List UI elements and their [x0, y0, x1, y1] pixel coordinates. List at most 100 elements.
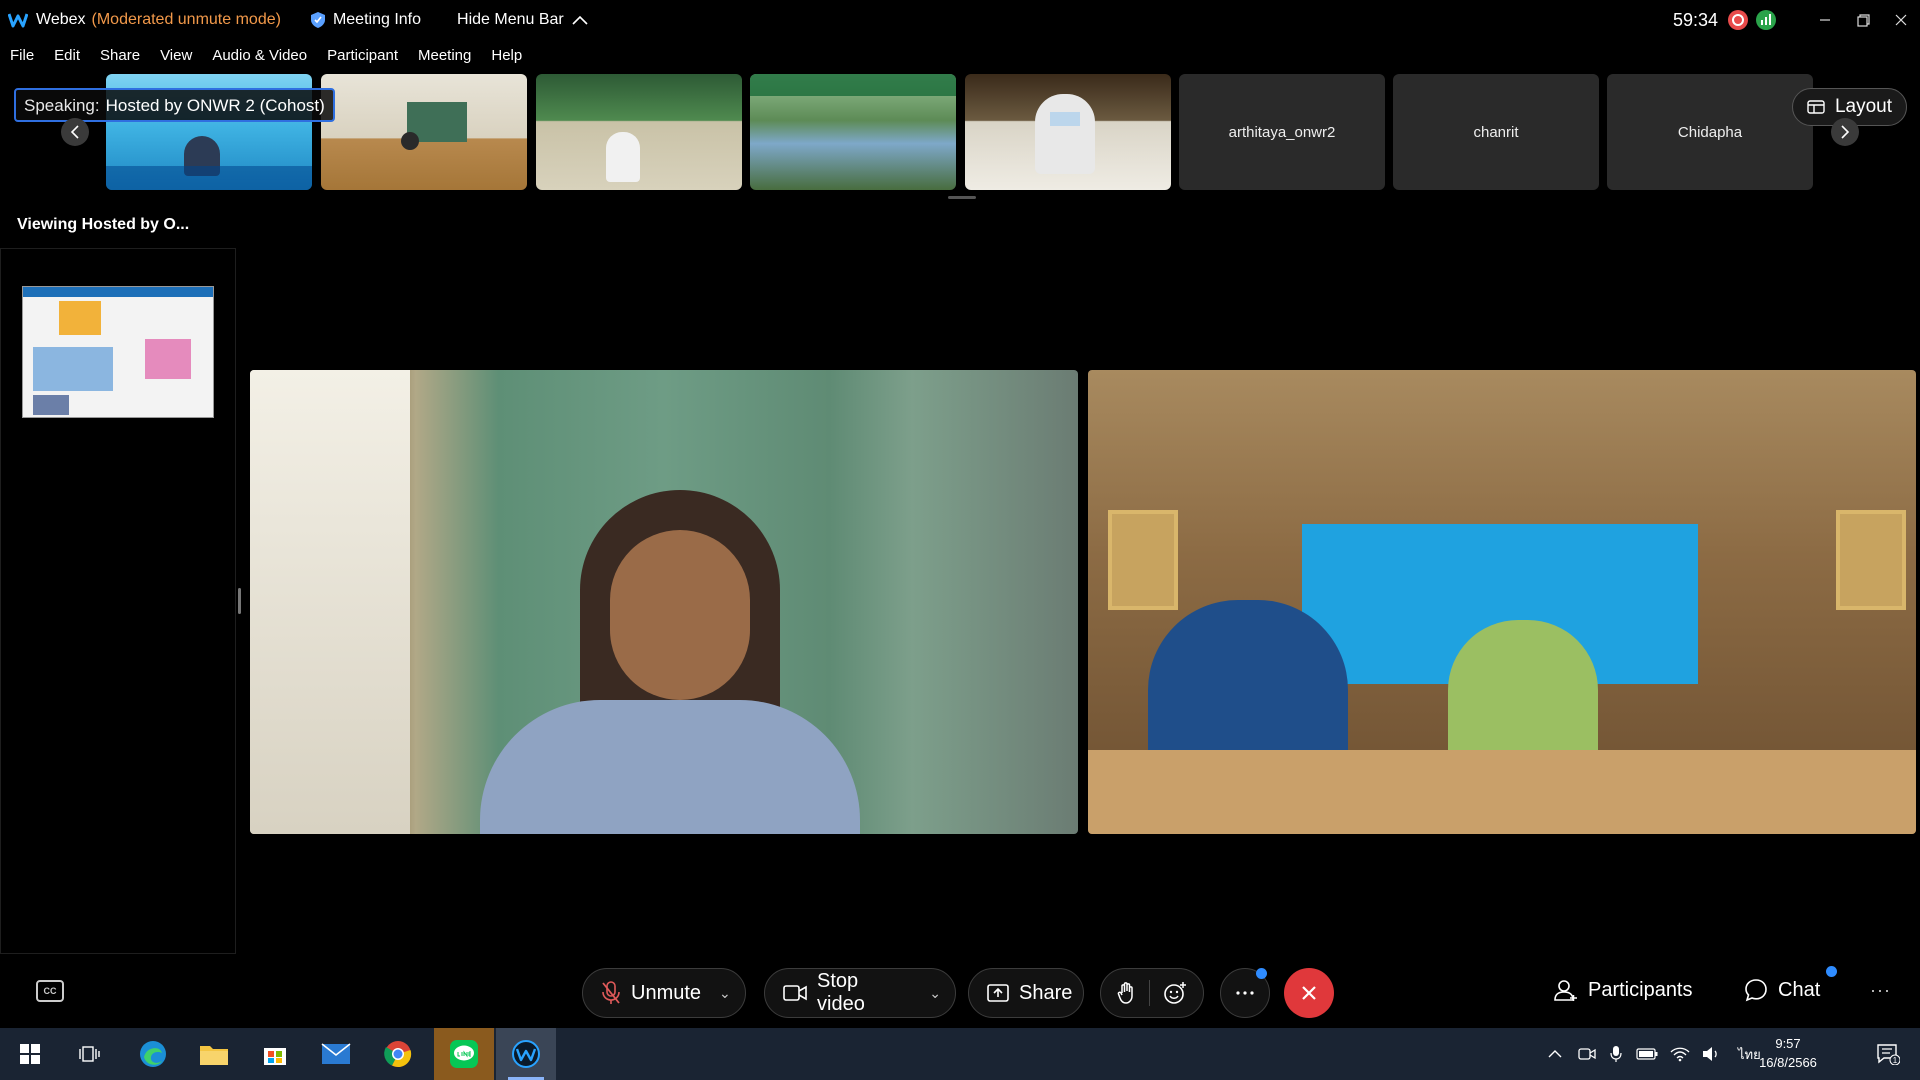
notification-center-icon: 1 [1877, 1044, 1900, 1065]
menu-view[interactable]: View [160, 47, 192, 64]
more-options-badge [1256, 968, 1267, 979]
chevron-up-icon[interactable] [1548, 1049, 1562, 1059]
menu-help[interactable]: Help [491, 47, 522, 64]
menu-share[interactable]: Share [100, 47, 140, 64]
slide-photo [59, 301, 101, 335]
system-tray: ไทย [1548, 1028, 1761, 1080]
participant-name-tile[interactable]: Chidapha [1607, 74, 1813, 190]
menu-bar: File Edit Share View Audio & Video Parti… [0, 40, 1920, 70]
ellipsis-icon [1236, 991, 1254, 995]
face-mask [1050, 112, 1080, 126]
menu-file[interactable]: File [10, 47, 34, 64]
person-silhouette [1035, 94, 1095, 174]
person-silhouette [401, 132, 419, 150]
more-panels-button[interactable]: ··· [1870, 980, 1891, 1001]
viewing-label: Viewing Hosted by O... [17, 216, 190, 233]
webex-icon [512, 1040, 540, 1068]
participant-video-thumbnail[interactable] [321, 74, 527, 190]
notifications-button[interactable]: 1 [1858, 1028, 1918, 1080]
notification-count: 1 [1893, 1056, 1898, 1065]
chrome-button[interactable] [368, 1028, 428, 1080]
mail-icon [321, 1043, 351, 1064]
person-face [610, 530, 750, 700]
reaction-emoji-icon[interactable] [1163, 981, 1187, 1005]
microphone-icon[interactable] [1610, 1045, 1622, 1063]
mail-button[interactable] [306, 1028, 366, 1080]
network-stats-icon[interactable] [1756, 10, 1776, 30]
recording-icon[interactable] [1728, 10, 1748, 30]
close-window-button[interactable] [1882, 0, 1920, 40]
stop-video-button[interactable]: Stop video ⌄ [764, 968, 956, 1018]
chat-bubble-icon [1745, 979, 1767, 1002]
chat-label: Chat [1778, 978, 1821, 1001]
meeting-info-button[interactable]: Meeting Info [310, 11, 422, 29]
webex-logo-icon [8, 13, 28, 28]
chevron-down-icon[interactable]: ⌄ [929, 985, 941, 1002]
leave-meeting-button[interactable] [1284, 968, 1334, 1018]
panel-splitter[interactable] [238, 588, 241, 614]
unmute-mode-label: (Moderated unmute mode) [91, 11, 281, 28]
participants-button[interactable]: Participants [1554, 978, 1693, 1002]
video-camera-icon [783, 985, 807, 1001]
strip-next-button[interactable] [1831, 118, 1859, 146]
hide-menu-bar-button[interactable]: Hide Menu Bar [457, 11, 588, 29]
participant-video-main-left[interactable] [250, 370, 1078, 834]
minimize-button[interactable] [1806, 0, 1844, 40]
conference-table [1088, 750, 1916, 834]
strip-prev-button[interactable] [61, 118, 89, 146]
chat-button[interactable]: Chat [1744, 978, 1820, 1002]
shared-slide-thumbnail[interactable] [22, 286, 214, 418]
menu-audio-video[interactable]: Audio & Video [212, 47, 307, 64]
slide-photo [33, 395, 69, 415]
store-button[interactable] [245, 1028, 305, 1080]
volume-icon[interactable] [1702, 1046, 1720, 1062]
edge-icon [140, 1041, 166, 1067]
restore-icon [1856, 13, 1870, 27]
wifi-icon[interactable] [1670, 1046, 1690, 1062]
menu-participant[interactable]: Participant [327, 47, 398, 64]
speaking-indicator: Speaking: Hosted by ONWR 2 (Cohost) [14, 88, 335, 122]
close-icon [1302, 986, 1316, 1000]
store-icon [264, 1048, 286, 1065]
participant-video-thumbnail[interactable] [965, 74, 1171, 190]
participant-video-thumbnail[interactable] [750, 74, 956, 190]
strip-resize-handle[interactable] [948, 196, 976, 199]
chevron-down-icon[interactable]: ⌄ [719, 985, 731, 1002]
folder-icon [200, 1046, 228, 1065]
webex-taskbar-button[interactable] [496, 1028, 556, 1080]
task-view-button[interactable] [60, 1028, 120, 1080]
meeting-timer: 59:34 [1672, 9, 1718, 30]
shield-icon [310, 12, 325, 28]
battery-icon[interactable] [1636, 1048, 1658, 1060]
menu-meeting[interactable]: Meeting [418, 47, 471, 64]
speaking-name: Hosted by ONWR 2 (Cohost) [105, 96, 325, 115]
slide-header [23, 287, 213, 297]
start-button[interactable] [0, 1028, 60, 1080]
unmute-button[interactable]: Unmute ⌄ [582, 968, 746, 1018]
reactions-group [1100, 968, 1204, 1018]
share-button[interactable]: Share [968, 968, 1084, 1018]
chevron-right-icon [1841, 125, 1850, 139]
edge-browser-button[interactable] [123, 1028, 183, 1080]
participant-video-thumbnail[interactable] [536, 74, 742, 190]
slide-photo [33, 347, 113, 391]
raise-hand-icon[interactable] [1117, 981, 1137, 1005]
person-shirt [480, 700, 860, 834]
layout-icon [1807, 100, 1825, 114]
person-silhouette [606, 132, 640, 182]
restore-button[interactable] [1844, 0, 1882, 40]
taskbar-clock[interactable]: 9:57 16/8/2566 [1748, 1034, 1828, 1072]
meet-now-icon[interactable] [1578, 1046, 1596, 1062]
participant-name-tile[interactable]: chanrit [1393, 74, 1599, 190]
chevron-left-icon [70, 125, 79, 139]
meeting-info-label: Meeting Info [332, 11, 422, 28]
closed-captions-button[interactable]: CC [36, 980, 64, 1002]
participants-icon [1554, 980, 1577, 1001]
participant-name-tile[interactable]: arthitaya_onwr2 [1179, 74, 1385, 190]
layout-label: Layout [1834, 96, 1892, 117]
participant-video-main-right[interactable] [1088, 370, 1916, 834]
file-explorer-button[interactable] [184, 1028, 244, 1080]
menu-edit[interactable]: Edit [54, 47, 80, 64]
line-app-button[interactable] [434, 1028, 494, 1080]
hide-menu-bar-label: Hide Menu Bar [457, 11, 564, 28]
